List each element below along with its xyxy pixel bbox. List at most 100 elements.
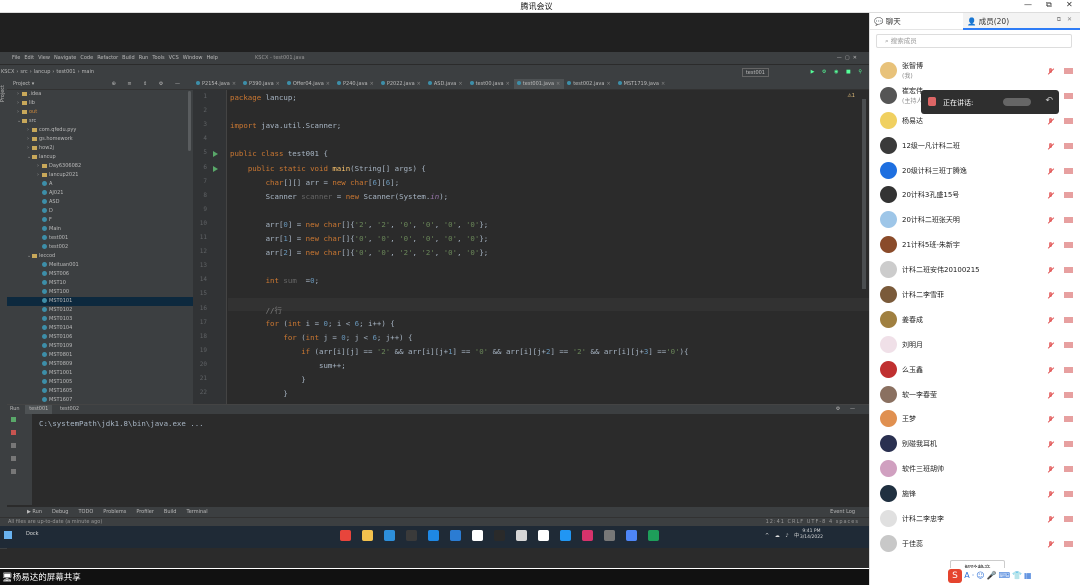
project-scrollbar[interactable] bbox=[188, 91, 191, 151]
menu-window[interactable]: Window bbox=[183, 55, 203, 61]
editor-tab[interactable]: MST1719.java× bbox=[615, 79, 670, 90]
camera-off-icon[interactable] bbox=[1064, 466, 1073, 472]
menu-help[interactable]: Help bbox=[206, 55, 217, 61]
member-row[interactable]: 计科二班安伟20100215 bbox=[870, 258, 1080, 283]
member-row[interactable]: 20计科3孔盛15号 bbox=[870, 183, 1080, 208]
breadcrumb-item[interactable]: KSCX bbox=[1, 69, 14, 75]
tab-close-icon[interactable]: × bbox=[556, 81, 560, 87]
breadcrumb-item[interactable]: main bbox=[82, 69, 95, 75]
mic-muted-icon[interactable] bbox=[1047, 541, 1053, 548]
project-tool-label[interactable]: Project bbox=[0, 85, 6, 102]
tool-tab[interactable]: ▶ Run bbox=[27, 509, 42, 515]
tree-item[interactable]: MST0103 bbox=[7, 315, 193, 324]
tree-item[interactable]: ›gs.homework bbox=[7, 135, 193, 144]
mic-muted-icon[interactable] bbox=[1047, 118, 1053, 125]
camera-off-icon[interactable] bbox=[1064, 192, 1073, 198]
editor-tab[interactable]: Offer04.java× bbox=[284, 79, 334, 90]
restore-button[interactable]: ⧉ bbox=[1046, 0, 1052, 10]
member-row[interactable]: 12级一凡计科二班 bbox=[870, 134, 1080, 159]
camera-off-icon[interactable] bbox=[1064, 491, 1073, 497]
menu-run[interactable]: Run bbox=[139, 55, 149, 61]
taskbar-app-icon[interactable] bbox=[560, 530, 571, 541]
camera-off-icon[interactable] bbox=[1064, 292, 1073, 298]
camera-off-icon[interactable] bbox=[1064, 516, 1073, 522]
menu-code[interactable]: Code bbox=[80, 55, 93, 61]
tree-item[interactable]: ›out bbox=[7, 108, 193, 117]
minimize-button[interactable]: — bbox=[1024, 0, 1032, 9]
camera-off-icon[interactable] bbox=[1064, 217, 1073, 223]
tab-close-icon[interactable]: × bbox=[661, 81, 665, 87]
editor-scrollbar[interactable] bbox=[862, 99, 866, 289]
member-row[interactable]: 刘明月 bbox=[870, 333, 1080, 358]
tree-item[interactable]: ›com.qfedu.pyy bbox=[7, 126, 193, 135]
mic-muted-icon[interactable] bbox=[1047, 217, 1053, 224]
editor-tab[interactable]: P390.java× bbox=[240, 79, 284, 90]
mic-muted-icon[interactable] bbox=[1047, 143, 1053, 150]
mic-muted-icon[interactable] bbox=[1047, 168, 1053, 175]
tree-item[interactable]: Main bbox=[7, 225, 193, 234]
tree-item[interactable]: ›lancup2021 bbox=[7, 171, 193, 180]
tree-item[interactable]: ⌄lancup bbox=[7, 153, 193, 162]
camera-off-icon[interactable] bbox=[1064, 168, 1073, 174]
mic-muted-icon[interactable] bbox=[1047, 516, 1053, 523]
run-tab-test001[interactable]: test001 bbox=[25, 405, 52, 414]
camera-icon[interactable] bbox=[11, 443, 16, 448]
mic-muted-icon[interactable] bbox=[1047, 466, 1053, 473]
camera-off-icon[interactable] bbox=[1064, 441, 1073, 447]
mic-muted-icon[interactable] bbox=[1047, 342, 1053, 349]
tree-item[interactable]: MST0102 bbox=[7, 306, 193, 315]
breadcrumb-item[interactable]: lancup bbox=[34, 69, 51, 75]
tree-item[interactable]: MST1005 bbox=[7, 378, 193, 387]
tab-close-icon[interactable]: × bbox=[417, 81, 421, 87]
taskbar-app-icon[interactable] bbox=[626, 530, 637, 541]
run-toolbar-icons[interactable]: ▶ ⚙ ◉ ■ ⚲ bbox=[811, 65, 865, 79]
member-row[interactable]: 别碰我耳机 bbox=[870, 432, 1080, 457]
mic-muted-icon[interactable] bbox=[1047, 491, 1053, 498]
taskbar-app-icon[interactable] bbox=[384, 530, 395, 541]
back-arrow-icon[interactable]: ↶ bbox=[1045, 96, 1053, 106]
taskbar-app-icon[interactable] bbox=[538, 530, 549, 541]
tree-item[interactable]: MST0101 bbox=[7, 297, 193, 306]
mic-muted-icon[interactable] bbox=[1047, 441, 1053, 448]
tree-item[interactable]: MST0109 bbox=[7, 342, 193, 351]
breadcrumb-item[interactable]: src bbox=[20, 69, 27, 75]
tool-tab[interactable]: Build bbox=[164, 509, 177, 515]
editor-tab[interactable]: P2022.java× bbox=[378, 79, 425, 90]
tree-item[interactable]: ⌄src bbox=[7, 117, 193, 126]
tab-close-icon[interactable]: × bbox=[606, 81, 610, 87]
member-row[interactable]: 软一李春莹 bbox=[870, 383, 1080, 408]
tree-item[interactable]: ›how2j bbox=[7, 144, 193, 153]
member-row[interactable]: 计科二李雪菲 bbox=[870, 283, 1080, 308]
tab-close-icon[interactable]: × bbox=[232, 81, 236, 87]
taskbar-app-icon[interactable] bbox=[450, 530, 461, 541]
menu-tools[interactable]: Tools bbox=[152, 55, 164, 61]
editor-tab[interactable]: P2154.java× bbox=[193, 79, 240, 90]
tree-item[interactable]: ⌄leccod bbox=[7, 252, 193, 261]
tree-item[interactable]: test002 bbox=[7, 243, 193, 252]
tree-item[interactable]: MST10 bbox=[7, 279, 193, 288]
project-dropdown[interactable]: Project bbox=[13, 81, 30, 87]
tab-chat[interactable]: 💬 聊天 bbox=[874, 16, 901, 27]
run-panel-settings[interactable]: ⚙ — bbox=[836, 405, 859, 414]
tool-tab[interactable]: Problems bbox=[103, 509, 126, 515]
tree-item[interactable]: ›.idea bbox=[7, 90, 193, 99]
camera-off-icon[interactable] bbox=[1064, 317, 1073, 323]
camera-off-icon[interactable] bbox=[1064, 267, 1073, 273]
tree-item[interactable]: ›lib bbox=[7, 99, 193, 108]
editor-tab[interactable]: test002.java× bbox=[564, 79, 614, 90]
member-row[interactable]: 施锋 bbox=[870, 482, 1080, 507]
mic-muted-icon[interactable] bbox=[1047, 317, 1053, 324]
mic-muted-icon[interactable] bbox=[1047, 242, 1053, 249]
camera-off-icon[interactable] bbox=[1064, 342, 1073, 348]
tool-tab[interactable]: Debug bbox=[52, 509, 68, 515]
member-row[interactable]: 姜春成 bbox=[870, 308, 1080, 333]
tree-item[interactable]: Meituan001 bbox=[7, 261, 193, 270]
tree-item[interactable]: MST0104 bbox=[7, 324, 193, 333]
member-row[interactable]: 王梦 bbox=[870, 407, 1080, 432]
camera-off-icon[interactable] bbox=[1064, 367, 1073, 373]
run-gutter-icon[interactable] bbox=[213, 166, 218, 172]
breadcrumb-item[interactable]: test001 bbox=[56, 69, 75, 75]
tree-item[interactable]: AJ021 bbox=[7, 189, 193, 198]
camera-off-icon[interactable] bbox=[1064, 416, 1073, 422]
tree-item[interactable]: MST1001 bbox=[7, 369, 193, 378]
